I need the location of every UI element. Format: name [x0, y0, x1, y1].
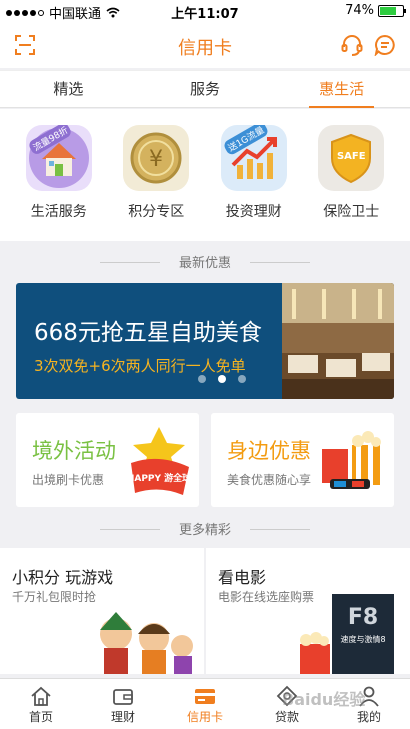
- buffet-photo: [282, 283, 394, 399]
- bottom-tab-label: 理财: [110, 710, 135, 724]
- bottom-tab-finance[interactable]: 理财: [82, 679, 164, 729]
- poster-title: 速度与激情8: [340, 634, 385, 644]
- house-icon: 流量98折: [25, 125, 92, 191]
- more-card-subtitle: 千万礼包限时抢: [12, 590, 97, 604]
- promo-banner[interactable]: 668元抢五星自助美食 3次双免+6次两人同行一人免单: [16, 283, 394, 399]
- more-card-title: 小积分 玩游戏: [12, 568, 114, 587]
- quick-link-investment[interactable]: 送1G流量 投资理财: [205, 125, 303, 241]
- promo-subtitle: 出境刷卡优惠: [32, 473, 105, 487]
- more-card-movies[interactable]: 看电影 电影在线选座购票 F8 速度与激情8: [206, 548, 410, 674]
- customer-service-icon[interactable]: [340, 33, 364, 57]
- happy-travel-art: HAPPY 游全球: [127, 427, 192, 495]
- home-icon: [31, 686, 51, 706]
- popcorn-3d-glasses-art: [322, 431, 381, 489]
- quick-link-label: 积分专区: [128, 204, 185, 220]
- watermark: Baidu经验: [282, 690, 366, 709]
- quick-link-points[interactable]: ¥ 积分专区: [108, 125, 206, 241]
- safe-shield-icon: SAFE: [318, 125, 385, 191]
- quick-link-label: 投资理财: [225, 204, 282, 220]
- tab-featured[interactable]: 精选: [0, 71, 137, 107]
- category-tabs: 精选 服务 惠生活: [0, 70, 410, 108]
- bottom-tab-label: 我的: [356, 710, 381, 724]
- game-characters-art: [100, 612, 193, 674]
- bottom-tab-credit-card[interactable]: 信用卡: [164, 679, 246, 729]
- tab-services[interactable]: 服务: [137, 71, 274, 107]
- bottom-tab-home[interactable]: 首页: [0, 679, 82, 729]
- promo-card-nearby[interactable]: 身边优惠 美食优惠随心享: [211, 413, 394, 507]
- movie-poster-art: F8 速度与激情8: [300, 594, 394, 674]
- nav-bar: 信用卡: [0, 22, 410, 68]
- quick-link-label: 保险卫士: [323, 204, 380, 220]
- bottom-tab-label: 信用卡: [186, 710, 223, 724]
- yuan-coin-icon: ¥: [123, 125, 190, 191]
- promo-subtitle: 美食优惠随心享: [227, 473, 312, 487]
- promo-card-overseas[interactable]: 境外活动 出境刷卡优惠 HAPPY 游全球: [16, 413, 199, 507]
- pager-dot[interactable]: [218, 375, 226, 383]
- chart-up-icon: 送1G流量: [220, 125, 287, 191]
- battery-icon: [378, 4, 406, 17]
- bottom-tab-label: 贷款: [274, 710, 299, 724]
- promo-title: 境外活动: [32, 439, 116, 463]
- banner-subtitle: 3次双免+6次两人同行一人免单: [34, 357, 246, 375]
- more-card-games[interactable]: 小积分 玩游戏 千万礼包限时抢: [0, 548, 204, 674]
- more-card-title: 看电影: [218, 568, 267, 587]
- banner-title: 668元抢五星自助美食: [34, 320, 262, 346]
- quick-links: 流量98折 生活服务 ¥ 积分专区 送1G流量 投资理财 SAFE 保险卫士: [0, 109, 410, 241]
- bottom-tab-label: 首页: [28, 710, 53, 724]
- quick-link-label: 生活服务: [30, 204, 87, 220]
- status-bar: 中国联通 上午11:07 74%: [0, 0, 410, 22]
- shield-label: SAFE: [336, 151, 366, 162]
- pager-dot[interactable]: [198, 375, 206, 383]
- tab-life-benefits[interactable]: 惠生活: [273, 71, 410, 108]
- battery-percent: 74%: [345, 3, 374, 18]
- section-title-latest: 最新优惠: [0, 252, 410, 271]
- wallet-icon: [113, 689, 133, 705]
- banner-pager: [198, 375, 246, 383]
- quick-link-insurance[interactable]: SAFE 保险卫士: [303, 125, 401, 241]
- promo-title: 身边优惠: [227, 439, 311, 463]
- section-title-more: 更多精彩: [0, 519, 410, 538]
- pager-dot[interactable]: [238, 375, 246, 383]
- message-icon[interactable]: [374, 34, 396, 56]
- svg-text:F8: F8: [348, 605, 378, 630]
- art-caption: HAPPY 游全球: [127, 472, 192, 484]
- credit-card-icon: [195, 689, 215, 704]
- svg-text:¥: ¥: [149, 147, 163, 172]
- quick-link-life-services[interactable]: 流量98折 生活服务: [10, 125, 108, 241]
